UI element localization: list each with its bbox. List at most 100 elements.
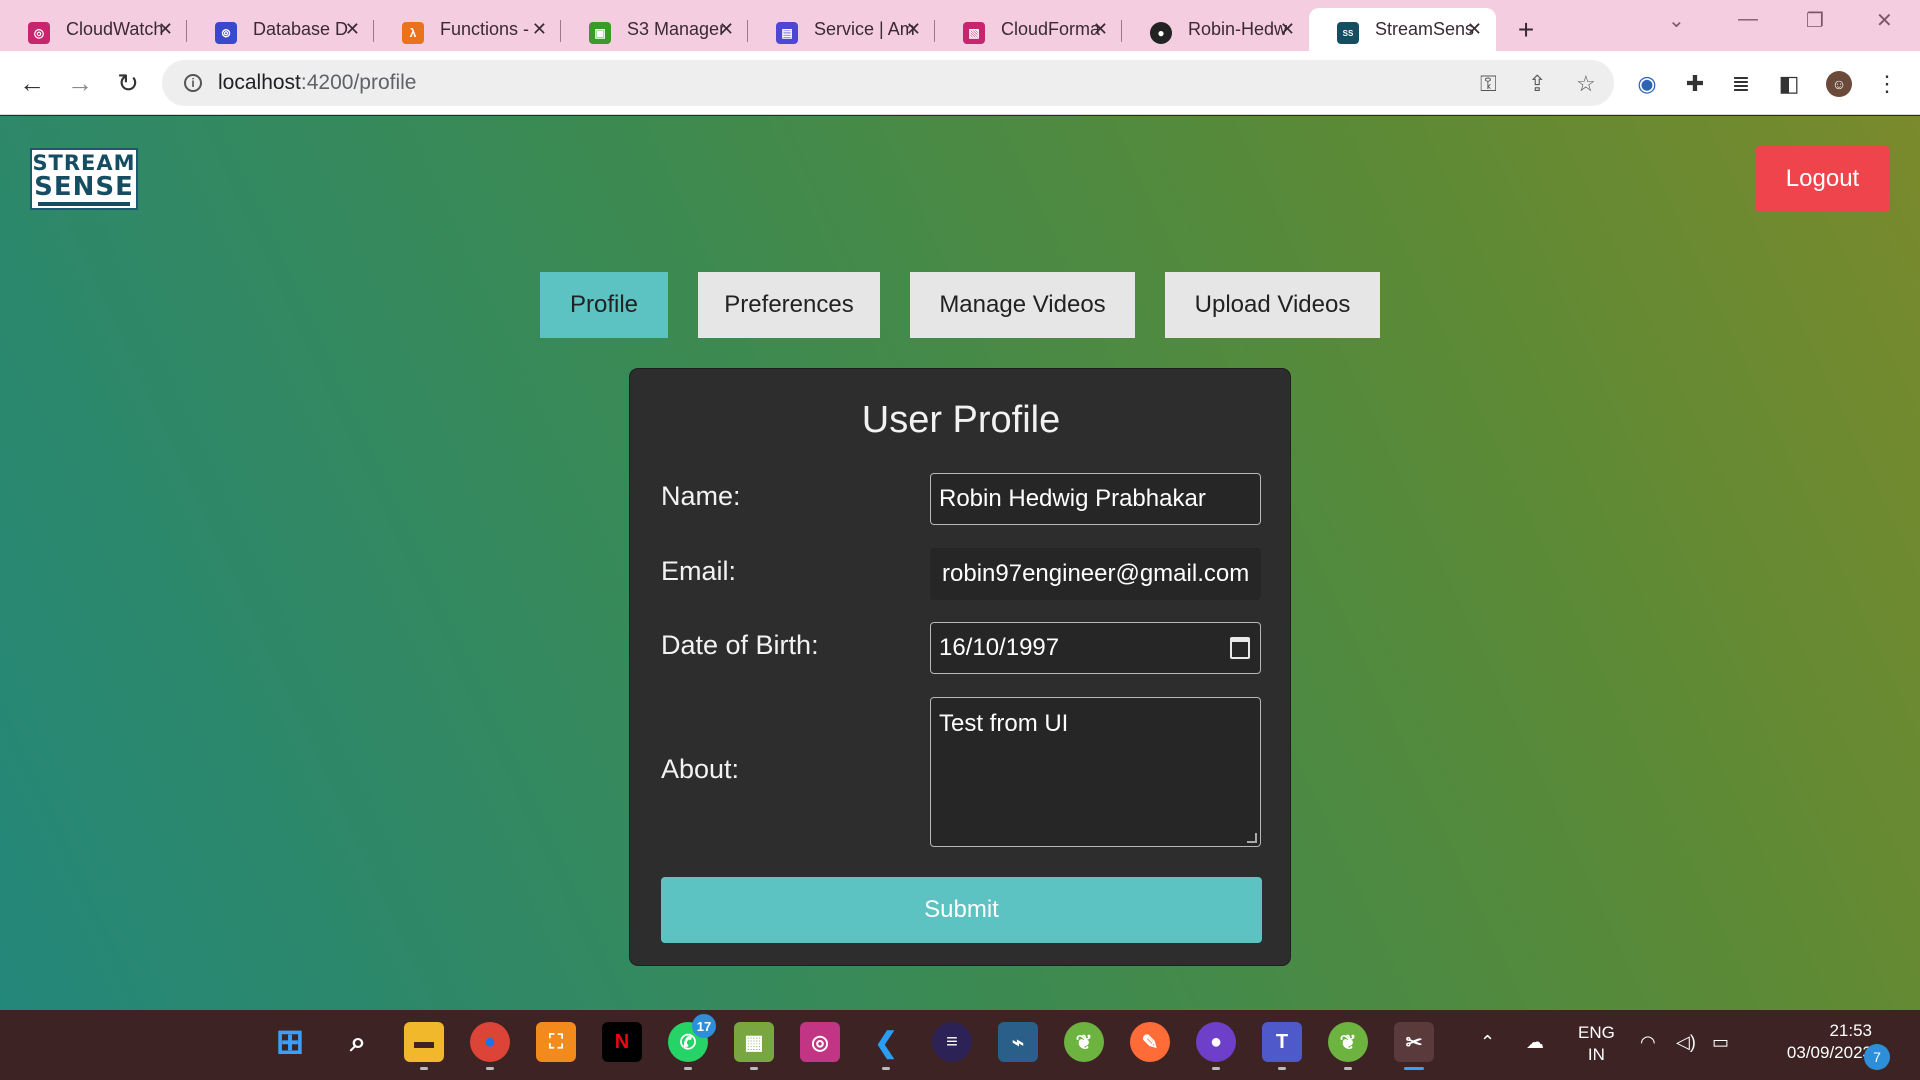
wifi-icon[interactable]: ◠ [1640,1032,1656,1053]
close-icon[interactable]: ✕ [1467,19,1482,40]
card-title: User Profile [861,399,1061,441]
logout-button[interactable]: Logout [1755,146,1890,212]
email-label: Email: [661,556,737,586]
media-control-icon[interactable]: ≣ [1728,71,1754,97]
menu-icon[interactable]: ⋮ [1874,71,1900,97]
tab-search-icon[interactable]: ⌄ [1668,8,1685,33]
running-indicator [750,1067,758,1070]
close-icon[interactable]: ✕ [1280,19,1295,40]
browser-tab-functions[interactable]: λ Functions - ✕ [374,8,561,51]
whatsapp-icon[interactable]: ✆ 17 [668,1014,716,1070]
github-desktop-icon[interactable]: ● [1196,1022,1236,1070]
side-panel-icon[interactable]: ◧ [1776,71,1802,97]
forward-button[interactable]: → [62,65,98,101]
tab-title: Functions - [440,19,530,39]
chrome-icon[interactable]: ● [470,1022,510,1070]
email-value: robin97engineer@gmail.com [942,560,1250,587]
database-icon: ⊚ [215,22,237,44]
share-icon[interactable]: ⇪ [1528,71,1546,97]
lambda-icon: λ [402,22,424,44]
browser-tab-streamsense[interactable]: SS StreamSens ✕ [1309,8,1496,51]
close-window-icon[interactable]: ✕ [1876,8,1893,33]
eclipse-icon[interactable]: ≡ [932,1022,972,1062]
running-indicator [420,1067,428,1070]
info-icon[interactable]: i [184,74,202,92]
reload-button[interactable]: ↻ [110,65,146,101]
browser-tab-s3[interactable]: ▣ S3 Manager ✕ [561,8,748,51]
user-profile-card: User Profile Name: Robin Hedwig Prabhaka… [629,368,1291,966]
puzzle-icon[interactable]: ✚ [1682,71,1708,97]
restore-icon[interactable]: ❐ [1806,8,1824,33]
minimize-icon[interactable]: — [1738,8,1758,31]
url-host: localhost [218,71,301,94]
email-field[interactable]: robin97engineer@gmail.com [930,548,1261,600]
close-icon[interactable]: ✕ [1093,19,1108,40]
key-icon[interactable]: ⚿ [1480,71,1497,97]
tab-title: CloudForma [1001,19,1101,39]
snipping-tool-icon[interactable]: ✂ [1394,1022,1434,1070]
image-editor-icon[interactable]: ▦ [734,1022,774,1070]
about-textarea[interactable]: Test from UI [930,697,1261,847]
name-field[interactable]: Robin Hedwig Prabhakar [930,473,1261,525]
chevron-up-icon[interactable]: ⌃ [1480,1032,1495,1053]
url-path: :4200/profile [300,71,417,94]
running-indicator [1212,1067,1220,1070]
clock-time: 21:53 [1829,1021,1872,1040]
spring-tool-icon[interactable]: ❦ [1064,1022,1104,1062]
logo-line-1: STREAM [32,150,136,175]
notification-badge[interactable]: 7 [1864,1044,1890,1070]
resize-handle-icon[interactable] [1247,833,1257,843]
browser-tab-github[interactable]: ● Robin-Hedw ✕ [1122,8,1309,51]
extension-icon[interactable]: ◉ [1634,71,1660,97]
whatsapp-badge: 17 [692,1014,716,1038]
dob-field[interactable]: 16/10/1997 [930,622,1261,674]
running-indicator [882,1067,890,1070]
volume-icon[interactable]: ◁) [1676,1032,1696,1053]
file-explorer-icon[interactable]: ▬ [404,1022,444,1070]
region-code: IN [1587,1045,1605,1064]
page-background: STREAM SENSE Logout Profile Preferences … [0,116,1920,1010]
bookmark-star-icon[interactable]: ☆ [1576,71,1596,97]
address-bar[interactable]: i localhost:4200/profile ⚿ ⇪ ☆ [162,60,1614,106]
browser-tab-database[interactable]: ⊚ Database D ✕ [187,8,374,51]
battery-icon[interactable]: ▭ [1712,1032,1729,1053]
tab-profile[interactable]: Profile [540,272,668,338]
spring-boot-icon[interactable]: ❦ [1328,1022,1368,1070]
browser-tab-service[interactable]: ▤ Service | Am ✕ [748,8,935,51]
postman-icon[interactable]: ✎ [1130,1022,1170,1062]
logo-tagline-bar [38,201,130,206]
calendar-icon[interactable] [1230,637,1250,659]
tab-manage-videos[interactable]: Manage Videos [910,272,1135,338]
netflix-icon[interactable]: N [602,1022,642,1062]
name-value: Robin Hedwig Prabhakar [939,485,1206,512]
start-icon[interactable]: ⊞ [270,1022,310,1062]
close-icon[interactable]: ✕ [158,19,173,40]
streamsense-logo[interactable]: STREAM SENSE [30,148,138,210]
browser-tab-cloudformation[interactable]: ▧ CloudForma ✕ [935,8,1122,51]
new-tab-button[interactable]: + [1496,8,1556,51]
language-indicator[interactable]: ENG IN [1578,1022,1615,1066]
tab-title: Database D [253,19,349,39]
search-icon[interactable]: ⌕ [338,1022,378,1062]
instagram-icon[interactable]: ◎ [800,1022,840,1062]
github-icon: ● [1150,22,1172,44]
close-icon[interactable]: ✕ [532,19,547,40]
profile-avatar[interactable]: ☺ [1826,71,1852,97]
mysql-workbench-icon[interactable]: ⌁ [998,1022,1038,1062]
close-icon[interactable]: ✕ [345,19,360,40]
tab-preferences[interactable]: Preferences [698,272,880,338]
onedrive-icon[interactable]: ☁ [1526,1032,1544,1053]
vscode-icon[interactable]: ❮ [866,1022,906,1070]
app-icon[interactable]: ⛶ [536,1022,576,1062]
url-text[interactable]: localhost:4200/profile [218,71,416,95]
language-code: ENG [1578,1023,1615,1042]
submit-button[interactable]: Submit [661,877,1262,943]
back-button[interactable]: ← [14,65,50,101]
browser-tab-cloudwatch[interactable]: ◎ CloudWatch ✕ [0,8,187,51]
tab-upload-videos[interactable]: Upload Videos [1165,272,1380,338]
dob-value: 16/10/1997 [939,634,1060,661]
teams-icon[interactable]: T [1262,1022,1302,1070]
close-icon[interactable]: ✕ [719,19,734,40]
clock[interactable]: 21:53 03/09/2023 [1752,1020,1872,1064]
close-icon[interactable]: ✕ [906,19,921,40]
